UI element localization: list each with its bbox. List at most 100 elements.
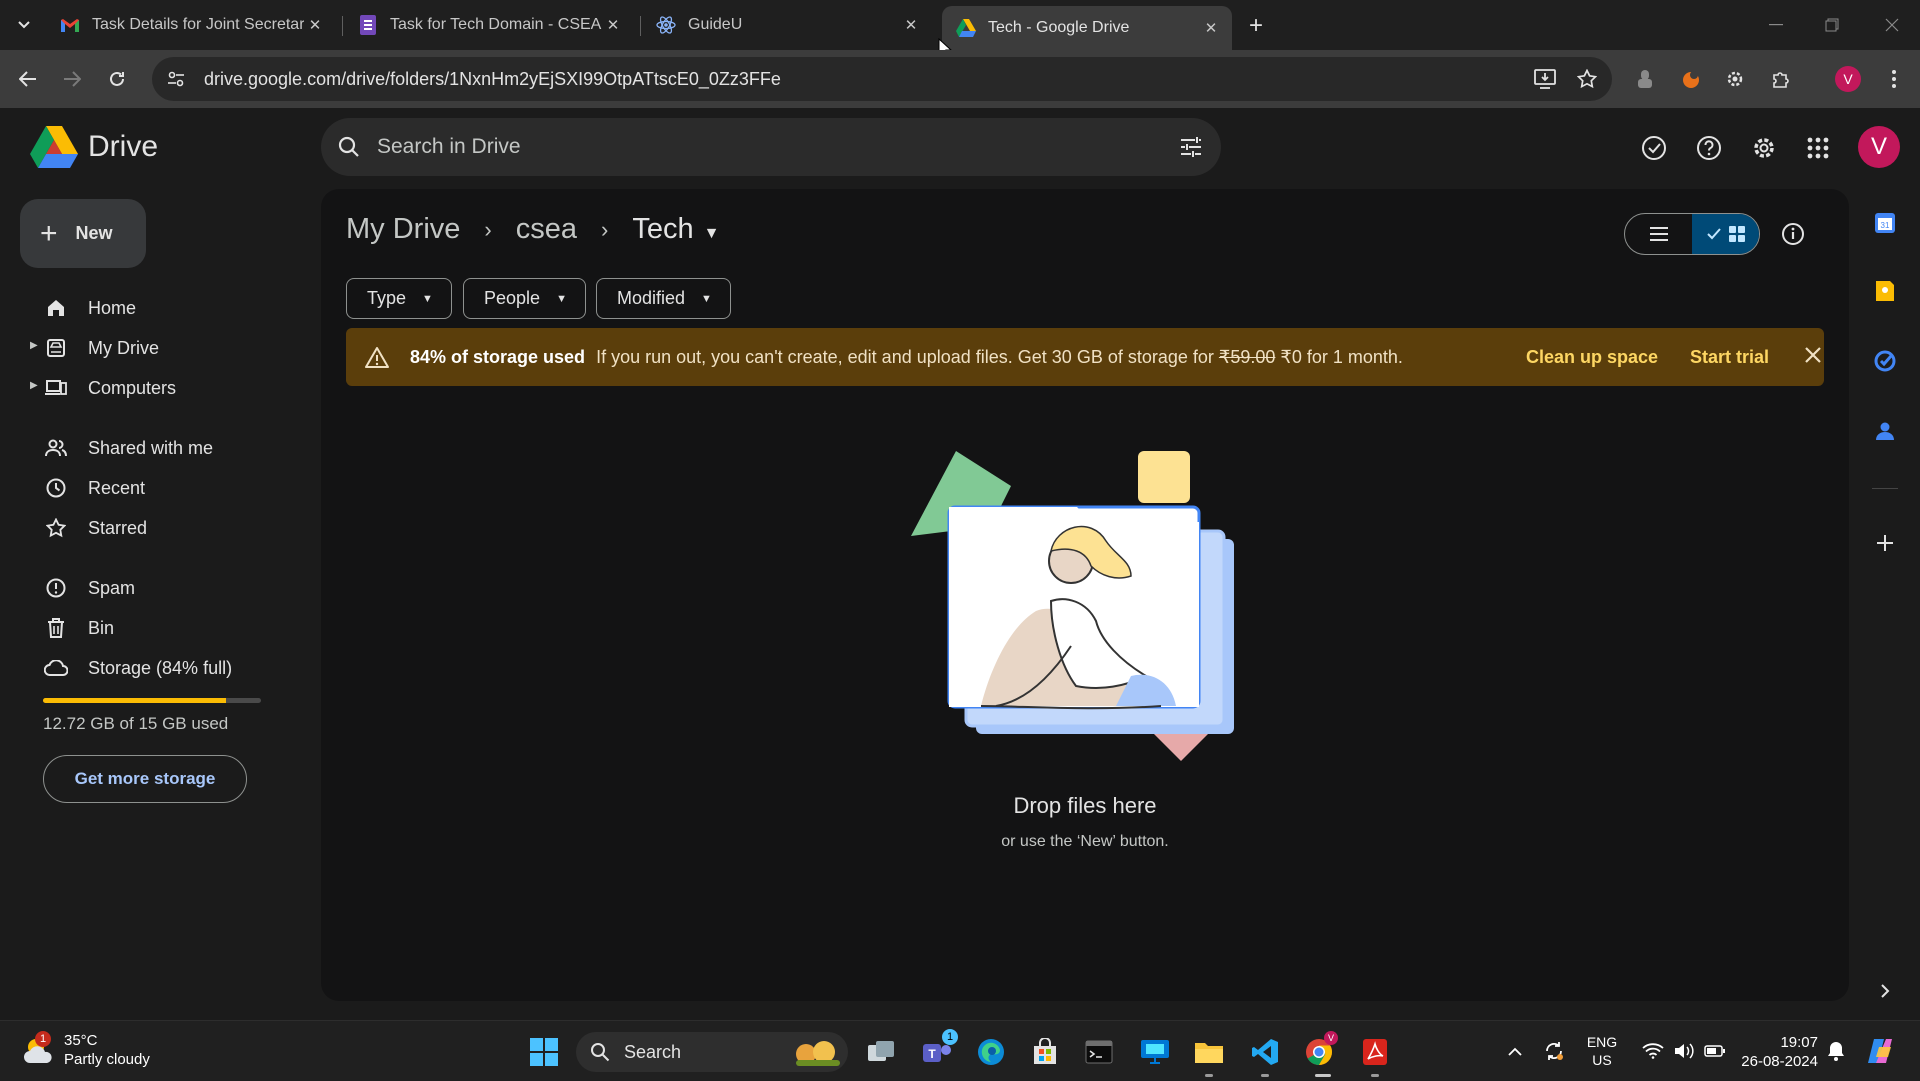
drive-logo-text: Drive (88, 130, 159, 163)
trash-icon (44, 616, 68, 640)
close-tab-icon[interactable]: ✕ (602, 14, 624, 36)
battery-icon (1704, 1045, 1725, 1057)
browser-menu-button[interactable] (1877, 62, 1911, 96)
address-bar[interactable]: drive.google.com/drive/folders/1NxnHm2yE… (152, 57, 1612, 101)
acrobat-button[interactable] (1356, 1033, 1394, 1071)
clock[interactable]: 19:07 26-08-2024 (1736, 1033, 1818, 1071)
copilot-button[interactable] (1860, 1021, 1900, 1081)
search-options-icon[interactable] (1161, 137, 1221, 157)
extension-icon-gear[interactable] (1718, 62, 1752, 96)
back-button[interactable] (12, 63, 44, 95)
notifications-button[interactable] (1822, 1021, 1850, 1081)
filter-people-chip[interactable]: People ▼ (463, 278, 586, 319)
tab-drive-active[interactable]: Tech - Google Drive ✕ (942, 6, 1232, 50)
keep-icon[interactable] (1868, 274, 1902, 308)
get-addons-button[interactable] (1868, 526, 1902, 560)
sync-tray-icon[interactable] (1538, 1021, 1570, 1081)
close-tab-icon[interactable]: ✕ (900, 14, 922, 36)
account-avatar[interactable]: V (1858, 126, 1900, 168)
show-side-panel-button[interactable] (1868, 974, 1902, 1008)
minimize-button[interactable] (1754, 10, 1798, 40)
sidebar-item-starred[interactable]: Starred (30, 510, 300, 546)
quick-settings-button[interactable] (1634, 1021, 1734, 1081)
reload-button[interactable] (101, 63, 133, 95)
breadcrumb-csea[interactable]: csea (516, 213, 577, 246)
task-view-button[interactable] (862, 1033, 900, 1071)
sidebar-item-label: Recent (88, 477, 146, 498)
sidebar-item-computers[interactable]: ▶ Computers (30, 370, 300, 406)
weather-widget[interactable]: 1 35°C Partly cloudy (22, 1031, 150, 1069)
sidebar-item-my-drive[interactable]: ▶ My Drive (30, 330, 300, 366)
get-more-storage-button[interactable]: Get more storage (43, 755, 247, 803)
taskbar-search[interactable]: Search (576, 1032, 848, 1072)
info-icon[interactable] (1776, 217, 1810, 251)
sidebar-item-storage[interactable]: Storage (84% full) (30, 650, 300, 686)
close-tab-icon[interactable]: ✕ (1200, 17, 1222, 39)
url-text[interactable]: drive.google.com/drive/folders/1NxnHm2yE… (204, 69, 1528, 90)
filter-type-chip[interactable]: Type ▼ (346, 278, 452, 319)
bookmark-star-icon[interactable] (1570, 62, 1604, 96)
expand-arrow-icon[interactable]: ▶ (30, 340, 38, 351)
file-explorer-button[interactable] (1190, 1033, 1228, 1071)
breadcrumb-current-folder[interactable]: Tech ▼ (632, 213, 719, 246)
new-tab-button[interactable]: + (1240, 12, 1272, 40)
sidebar-item-spam[interactable]: Spam (30, 570, 300, 606)
sidebar-item-bin[interactable]: Bin (30, 610, 300, 646)
dismiss-banner-button[interactable] (1804, 346, 1822, 364)
help-icon[interactable] (1689, 128, 1729, 168)
tasks-icon[interactable] (1868, 344, 1902, 378)
language-code: ENG (1586, 1034, 1618, 1050)
tab-search-button[interactable] (8, 12, 40, 38)
sidebar-item-label: Home (88, 297, 137, 318)
start-button[interactable] (525, 1033, 563, 1071)
reload-icon (110, 71, 124, 86)
sidebar-item-shared[interactable]: Shared with me (30, 430, 300, 466)
sync-icon (1546, 1042, 1563, 1060)
search-input[interactable]: Search in Drive (377, 135, 1161, 159)
close-tab-icon[interactable]: ✕ (304, 14, 326, 36)
extension-icon-gray[interactable] (1628, 62, 1662, 96)
contacts-icon[interactable] (1868, 414, 1902, 448)
drive-search-bar[interactable]: Search in Drive (321, 118, 1221, 176)
store-button[interactable] (1026, 1033, 1064, 1071)
search-icon[interactable] (321, 136, 377, 158)
empty-folder-illustration (911, 451, 1234, 761)
tab-forms[interactable]: Task for Tech Domain - CSEA ✕ (344, 6, 634, 44)
tab-gmail[interactable]: Task Details for Joint Secretary I ✕ (46, 6, 336, 44)
settings-gear-icon[interactable] (1744, 128, 1784, 168)
expand-arrow-icon[interactable]: ▶ (30, 380, 38, 391)
start-trial-button[interactable]: Start trial (1690, 347, 1769, 368)
terminal-button[interactable] (1080, 1033, 1118, 1071)
extensions-puzzle-icon[interactable] (1764, 62, 1798, 96)
remote-desktop-button[interactable] (1136, 1033, 1174, 1071)
filter-label: Type (367, 288, 407, 308)
show-hidden-icons-button[interactable] (1500, 1021, 1530, 1081)
restore-button[interactable] (1810, 10, 1854, 40)
tab-title: GuideU (688, 16, 743, 33)
close-window-button[interactable] (1870, 10, 1914, 40)
filter-modified-chip[interactable]: Modified ▼ (596, 278, 731, 319)
drive-logo[interactable]: Drive (30, 126, 158, 168)
clean-up-space-button[interactable]: Clean up space (1526, 347, 1658, 368)
extension-icon-orange[interactable] (1674, 62, 1708, 96)
offline-ready-icon[interactable] (1634, 128, 1674, 168)
edge-button[interactable] (972, 1033, 1010, 1071)
clock-time: 19:07 (1780, 1034, 1818, 1051)
install-app-icon[interactable] (1528, 62, 1562, 96)
new-button[interactable]: + New (20, 199, 146, 268)
site-info-icon[interactable] (158, 61, 194, 97)
sidebar-item-recent[interactable]: Recent (30, 470, 300, 506)
sidebar-item-home[interactable]: Home (30, 290, 300, 326)
breadcrumb-my-drive[interactable]: My Drive (346, 213, 460, 246)
forward-button[interactable] (56, 63, 88, 95)
google-apps-icon[interactable] (1798, 128, 1838, 168)
vscode-button[interactable] (1246, 1033, 1284, 1071)
list-view-button[interactable] (1625, 214, 1692, 254)
chrome-button[interactable]: V (1300, 1031, 1338, 1071)
calendar-icon[interactable]: 31 (1868, 206, 1902, 240)
teams-button[interactable]: T 1 (918, 1029, 958, 1071)
grid-view-button[interactable] (1692, 214, 1759, 254)
language-indicator[interactable]: ENG US (1580, 1021, 1624, 1081)
tab-guideu[interactable]: GuideU ✕ (642, 6, 932, 44)
profile-avatar[interactable]: V (1831, 62, 1865, 96)
